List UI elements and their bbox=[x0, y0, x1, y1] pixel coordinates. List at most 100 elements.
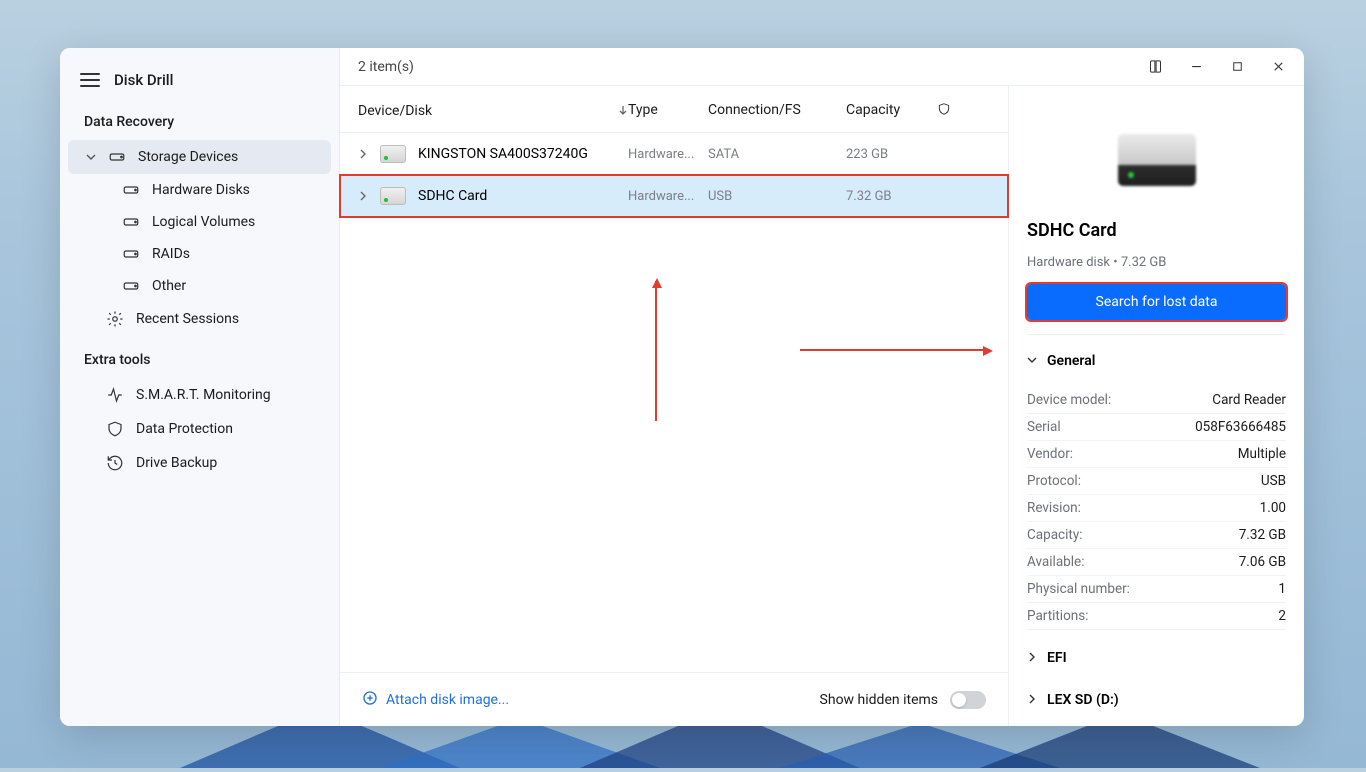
kv-row: Capacity: 7.32 GB bbox=[1027, 522, 1286, 549]
col-connection[interactable]: Connection/FS bbox=[708, 102, 846, 120]
topbar: 2 item(s) bbox=[340, 48, 1304, 86]
chevron-right-icon[interactable] bbox=[358, 191, 368, 201]
sidebar-section-data-recovery: Data Recovery bbox=[60, 108, 339, 140]
kv-row: Device model: Card Reader bbox=[1027, 387, 1286, 414]
disk-icon bbox=[380, 187, 406, 205]
kv-row: Revision:1.00 bbox=[1027, 495, 1286, 522]
sidebar-item-label: Logical Volumes bbox=[152, 214, 255, 230]
kv-val: 058F63666485 bbox=[1195, 419, 1286, 435]
table-header: Device/Disk Type Connection/FS Capacity bbox=[340, 86, 1008, 133]
kv-val: USB bbox=[1261, 473, 1286, 489]
sidebar-item-smart-monitoring[interactable]: S.M.A.R.T. Monitoring bbox=[68, 378, 331, 412]
group-label: General bbox=[1047, 353, 1095, 369]
chevron-down-icon bbox=[86, 152, 96, 162]
kv-key: Capacity: bbox=[1027, 527, 1082, 543]
search-for-lost-data-button[interactable]: Search for lost data bbox=[1027, 284, 1286, 320]
kv-row: Serial 058F63666485 bbox=[1027, 414, 1286, 441]
sidebar-item-hardware-disks[interactable]: Hardware Disks bbox=[68, 174, 331, 206]
device-cap: 7.32 GB bbox=[846, 189, 932, 204]
sidebar-item-label: Drive Backup bbox=[136, 455, 217, 471]
device-type: Hardware... bbox=[628, 189, 708, 204]
sidebar-item-raids[interactable]: RAIDs bbox=[68, 238, 331, 270]
group-label: LEX SD (D:) bbox=[1047, 692, 1119, 708]
attach-image-button[interactable]: Attach disk image... bbox=[362, 690, 509, 710]
device-conn: SATA bbox=[708, 147, 846, 162]
chevron-right-icon bbox=[1027, 650, 1037, 666]
chevron-right-icon bbox=[1027, 692, 1037, 708]
main-panel: 2 item(s) Device/Disk Type Connection/FS bbox=[340, 48, 1304, 726]
sidebar-item-label: RAIDs bbox=[152, 246, 190, 262]
sidebar-item-label: S.M.A.R.T. Monitoring bbox=[136, 387, 271, 403]
details-panel: SDHC Card Hardware disk • 7.32 GB Search… bbox=[1008, 86, 1304, 726]
annotation-arrow-vertical bbox=[655, 281, 657, 421]
kv-row: Protocol: USB bbox=[1027, 468, 1286, 495]
kv-val: 7.32 GB bbox=[1239, 527, 1286, 543]
kv-val: Card Reader bbox=[1212, 392, 1286, 408]
hidden-items-label: Show hidden items bbox=[820, 692, 938, 708]
kv-key: Revision: bbox=[1027, 500, 1081, 516]
sidebar-item-label: Storage Devices bbox=[138, 149, 238, 165]
chevron-right-icon[interactable] bbox=[358, 149, 368, 159]
device-conn: USB bbox=[708, 189, 846, 204]
kv-key: Available: bbox=[1027, 554, 1084, 570]
col-type[interactable]: Type bbox=[628, 102, 708, 120]
drive-icon bbox=[122, 245, 140, 263]
kv-val: 1 bbox=[1278, 581, 1286, 597]
table-row[interactable]: KINGSTON SA400S37240G Hardware... SATA 2… bbox=[340, 133, 1008, 175]
kv-key: Partitions: bbox=[1027, 608, 1088, 624]
app-title: Disk Drill bbox=[114, 71, 173, 89]
kv-key: Vendor: bbox=[1027, 446, 1073, 462]
group-lexsd[interactable]: LEX SD (D:) bbox=[1027, 686, 1286, 714]
sidebar-item-label: Other bbox=[152, 278, 186, 294]
kv-val: 7.06 GB bbox=[1239, 554, 1286, 570]
group-general[interactable]: General bbox=[1027, 349, 1286, 373]
kv-key: Protocol: bbox=[1027, 473, 1081, 489]
kv-key: Serial bbox=[1027, 419, 1061, 435]
device-name: KINGSTON SA400S37240G bbox=[418, 146, 588, 162]
col-label: Device/Disk bbox=[358, 103, 432, 119]
sidebar-item-drive-backup[interactable]: Drive Backup bbox=[68, 446, 331, 480]
device-title: SDHC Card bbox=[1027, 220, 1286, 241]
sort-down-icon bbox=[618, 103, 628, 119]
group-efi[interactable]: EFI bbox=[1027, 644, 1286, 672]
maximize-icon[interactable] bbox=[1230, 59, 1245, 74]
group-label: EFI bbox=[1047, 650, 1067, 666]
device-type: Hardware... bbox=[628, 147, 708, 162]
kv-row: Partitions:2 bbox=[1027, 603, 1286, 630]
sidebar-item-other[interactable]: Other bbox=[68, 270, 331, 302]
device-name: SDHC Card bbox=[418, 188, 487, 204]
sidebar-section-extra-tools: Extra tools bbox=[60, 346, 339, 378]
drive-icon bbox=[108, 148, 126, 166]
sidebar-item-data-protection[interactable]: Data Protection bbox=[68, 412, 331, 446]
hamburger-icon[interactable] bbox=[80, 70, 100, 90]
drive-icon bbox=[122, 181, 140, 199]
disk-icon bbox=[380, 145, 406, 163]
close-icon[interactable] bbox=[1271, 59, 1286, 74]
drive-icon bbox=[122, 213, 140, 231]
col-label: Type bbox=[628, 102, 658, 118]
kv-row: Available: 7.06 GB bbox=[1027, 549, 1286, 576]
item-count: 2 item(s) bbox=[358, 59, 414, 75]
shield-icon bbox=[106, 420, 124, 438]
col-device[interactable]: Device/Disk bbox=[358, 102, 628, 120]
minimize-icon[interactable] bbox=[1189, 59, 1204, 74]
hidden-items-toggle[interactable] bbox=[950, 691, 986, 709]
gear-icon bbox=[106, 310, 124, 328]
sidebar-item-storage-devices[interactable]: Storage Devices bbox=[68, 140, 331, 174]
sidebar-item-logical-volumes[interactable]: Logical Volumes bbox=[68, 206, 331, 238]
sidebar-item-label: Data Protection bbox=[136, 421, 233, 437]
col-label: Capacity bbox=[846, 102, 900, 118]
drive-icon bbox=[122, 277, 140, 295]
history-icon bbox=[106, 454, 124, 472]
general-table: Device model: Card Reader Serial 058F63666… bbox=[1027, 387, 1286, 630]
col-shield[interactable] bbox=[932, 102, 956, 120]
attach-label: Attach disk image... bbox=[386, 692, 509, 708]
book-icon[interactable] bbox=[1148, 59, 1163, 74]
col-capacity[interactable]: Capacity bbox=[846, 102, 932, 120]
footer: Attach disk image... Show hidden items bbox=[340, 672, 1008, 726]
sidebar-item-recent-sessions[interactable]: Recent Sessions bbox=[68, 302, 331, 336]
sidebar-header: Disk Drill bbox=[60, 48, 339, 108]
table-row[interactable]: SDHC Card Hardware... USB 7.32 GB bbox=[340, 175, 1008, 217]
annotation-arrow-horizontal bbox=[800, 349, 990, 351]
kv-key: Device model: bbox=[1027, 392, 1111, 408]
